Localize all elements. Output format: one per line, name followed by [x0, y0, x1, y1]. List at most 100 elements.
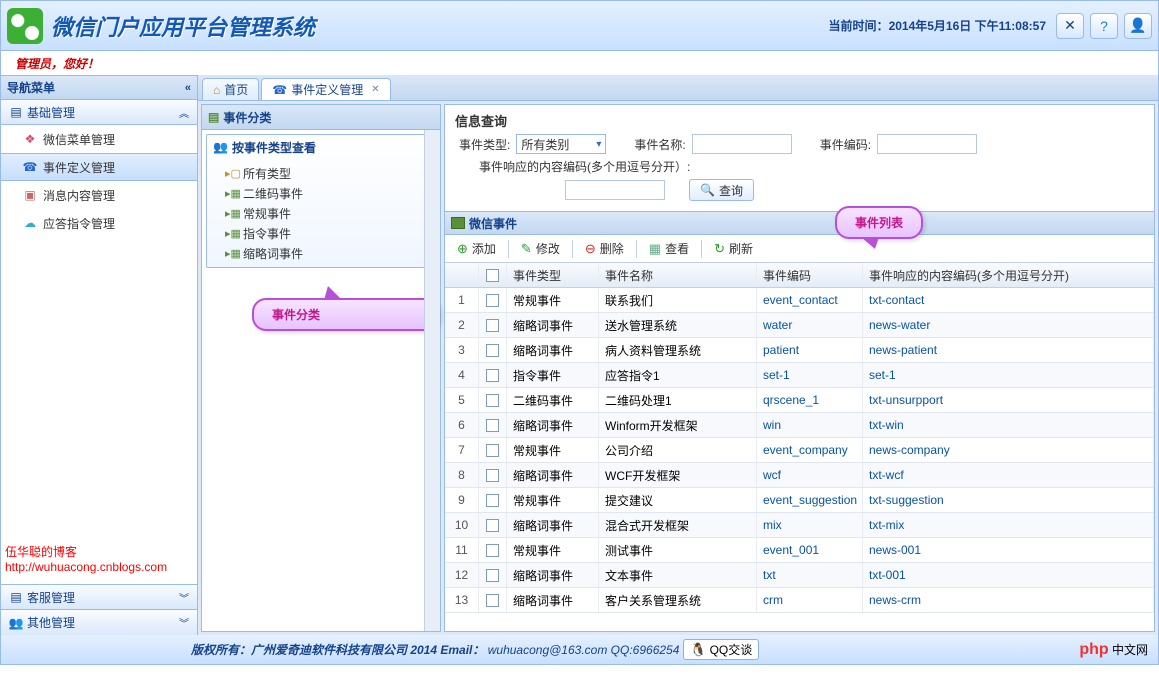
table-row[interactable]: 2缩略词事件送水管理系统waternews-water — [445, 313, 1154, 338]
cell-code: win — [757, 413, 863, 437]
tab-home[interactable]: ⌂ 首页 — [202, 78, 259, 100]
table-row[interactable]: 8缩略词事件WCF开发框架wcftxt-wcf — [445, 463, 1154, 488]
table-row[interactable]: 6缩略词事件Winform开发框架wintxt-win — [445, 413, 1154, 438]
col-code[interactable]: 事件编码 — [757, 263, 863, 287]
table-row[interactable]: 12缩略词事件文本事件txttxt-001 — [445, 563, 1154, 588]
qq-chat-button[interactable]: 🐧 QQ交谈 — [683, 639, 759, 660]
label-event-type: 事件类型: — [459, 136, 510, 153]
row-index: 13 — [445, 588, 479, 612]
minus-icon: ⊖ — [585, 241, 596, 257]
table-row[interactable]: 1常规事件联系我们event_contacttxt-contact — [445, 288, 1154, 313]
cell-type: 常规事件 — [507, 438, 599, 462]
nav-item-message-content[interactable]: ▣ 消息内容管理 — [1, 181, 197, 209]
add-button[interactable]: ⊕添加 — [449, 238, 504, 260]
cell-code: patient — [757, 338, 863, 362]
row-index: 10 — [445, 513, 479, 537]
nav-item-answer-cmd[interactable]: ☁ 应答指令管理 — [1, 209, 197, 237]
chevron-down-icon: ︾ — [179, 615, 189, 630]
col-type[interactable]: 事件类型 — [507, 263, 599, 287]
accordion-other[interactable]: 👥 其他管理 ︾ — [1, 610, 197, 635]
scrollbar[interactable] — [424, 130, 440, 631]
close-tab-icon[interactable]: ✕ — [371, 84, 379, 95]
table-row[interactable]: 9常规事件提交建议event_suggestiontxt-suggestion — [445, 488, 1154, 513]
cell-type: 指令事件 — [507, 363, 599, 387]
row-checkbox[interactable] — [486, 544, 499, 557]
user-icon[interactable]: 👤 — [1124, 13, 1152, 39]
dropdown-arrow-icon: ▾ — [596, 139, 601, 150]
delete-button[interactable]: ⊖删除 — [577, 238, 632, 260]
tree-item[interactable]: ▸▦二维码事件 — [225, 183, 435, 203]
table-row[interactable]: 5二维码事件二维码处理1qrscene_1txt-unsurpport — [445, 388, 1154, 413]
tree-item[interactable]: ▸▦常规事件 — [225, 203, 435, 223]
input-event-name[interactable] — [692, 134, 792, 154]
cell-name: 送水管理系统 — [599, 313, 757, 337]
row-checkbox[interactable] — [486, 569, 499, 582]
row-checkbox[interactable] — [486, 419, 499, 432]
cell-code: crm — [757, 588, 863, 612]
cell-name: 文本事件 — [599, 563, 757, 587]
row-checkbox[interactable] — [486, 594, 499, 607]
plus-icon: ⊕ — [457, 241, 468, 257]
collapse-sidebar-icon[interactable]: « — [185, 82, 191, 94]
cell-type: 缩略词事件 — [507, 338, 599, 362]
row-checkbox[interactable] — [486, 344, 499, 357]
row-checkbox[interactable] — [486, 444, 499, 457]
settings-icon[interactable]: ✕ — [1056, 13, 1084, 39]
cell-resp: txt-001 — [863, 563, 1154, 587]
search-form: 信息查询 事件类型: 所有类别 ▾ 事件名称: 事件编码: 事件响应的内容编码(… — [445, 105, 1154, 211]
row-checkbox[interactable] — [486, 319, 499, 332]
row-index: 2 — [445, 313, 479, 337]
table-row[interactable]: 11常规事件测试事件event_001news-001 — [445, 538, 1154, 563]
combo-event-type[interactable]: 所有类别 ▾ — [516, 134, 606, 154]
tree-item[interactable]: ▸▢所有类型 — [225, 163, 435, 183]
tree-item[interactable]: ▸▦缩略词事件 — [225, 243, 435, 263]
help-icon[interactable]: ? — [1090, 13, 1118, 39]
input-event-code[interactable] — [877, 134, 977, 154]
nav-item-event-def[interactable]: ☎ 事件定义管理 — [1, 153, 197, 181]
cell-name: Winform开发框架 — [599, 413, 757, 437]
callout-category: 事件分类 — [252, 298, 440, 331]
col-resp[interactable]: 事件响应的内容编码(多个用逗号分开) — [863, 263, 1154, 287]
edit-button[interactable]: ✎修改 — [513, 238, 568, 260]
tab-event-def[interactable]: ☎ 事件定义管理 ✕ — [261, 78, 390, 100]
chevron-down-icon: ︾ — [179, 590, 189, 605]
grid-toolbar: ⊕添加 ✎修改 ⊖删除 ▦查看 ↻刷新 — [445, 235, 1154, 263]
table-row[interactable]: 7常规事件公司介绍event_companynews-company — [445, 438, 1154, 463]
cell-resp: txt-contact — [863, 288, 1154, 312]
cell-name: 客户关系管理系统 — [599, 588, 757, 612]
nav-item-wechat-menu[interactable]: ❖ 微信菜单管理 — [1, 125, 197, 153]
user-group-icon: 👥 — [9, 616, 23, 630]
row-index: 11 — [445, 538, 479, 562]
row-checkbox[interactable] — [486, 394, 499, 407]
cell-code: event_company — [757, 438, 863, 462]
cell-code: txt — [757, 563, 863, 587]
select-all-checkbox[interactable] — [486, 269, 499, 282]
table-row[interactable]: 4指令事件应答指令1set-1set-1 — [445, 363, 1154, 388]
content-area: ⌂ 首页 ☎ 事件定义管理 ✕ ▤ 事件分类 👥 按事件类型查看 — [198, 75, 1158, 635]
table-row[interactable]: 3缩略词事件病人资料管理系统patientnews-patient — [445, 338, 1154, 363]
col-name[interactable]: 事件名称 — [599, 263, 757, 287]
table-icon: ▦ — [649, 241, 661, 257]
footer-email[interactable]: wuhuacong@163.com — [484, 643, 610, 657]
footer-qq: QQ:6966254 — [611, 643, 680, 657]
view-button[interactable]: ▦查看 — [641, 238, 697, 260]
phpcn-logo[interactable]: php 中文网 — [1079, 641, 1148, 659]
folder-icon: ▤ — [9, 105, 23, 119]
row-checkbox[interactable] — [486, 519, 499, 532]
row-checkbox[interactable] — [486, 469, 499, 482]
accordion-basic[interactable]: ▤ 基础管理 ︽ — [1, 100, 197, 125]
pencil-icon: ✎ — [521, 241, 532, 257]
tree-item[interactable]: ▸▦指令事件 — [225, 223, 435, 243]
search-button[interactable]: 🔍 查询 — [689, 179, 754, 201]
row-checkbox[interactable] — [486, 294, 499, 307]
table-row[interactable]: 13缩略词事件客户关系管理系统crmnews-crm — [445, 588, 1154, 613]
refresh-button[interactable]: ↻刷新 — [706, 238, 761, 260]
cell-type: 常规事件 — [507, 288, 599, 312]
row-checkbox[interactable] — [486, 369, 499, 382]
row-checkbox[interactable] — [486, 494, 499, 507]
footer: 版权所有：广州爱奇迪软件科技有限公司 2014 Email： wuhuacong… — [0, 635, 1159, 665]
table-row[interactable]: 10缩略词事件混合式开发框架mixtxt-mix — [445, 513, 1154, 538]
blog-link[interactable]: 伍华聪的博客 http://wuhuacong.cnblogs.com — [5, 543, 197, 574]
input-event-resp[interactable] — [565, 180, 665, 200]
accordion-service[interactable]: ▤ 客服管理 ︾ — [1, 585, 197, 610]
